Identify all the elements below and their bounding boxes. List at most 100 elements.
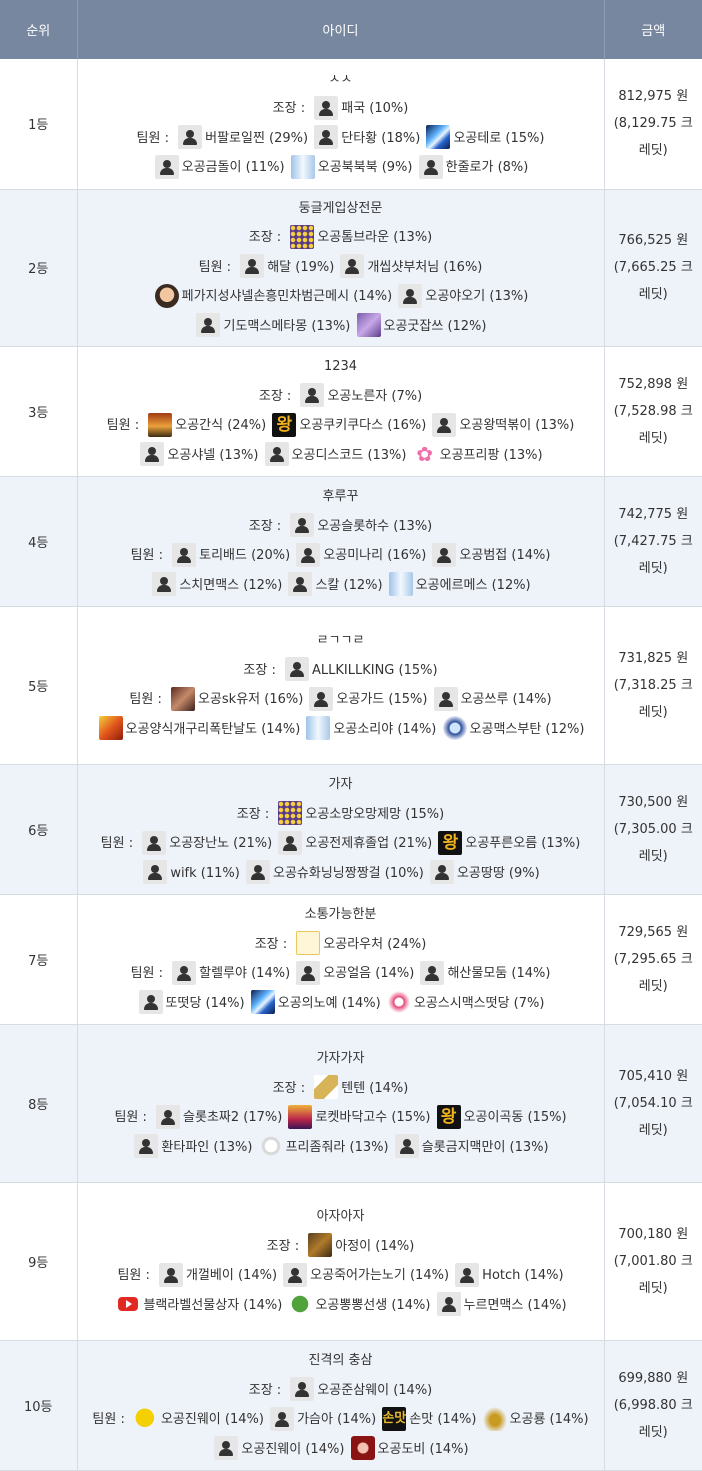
team-member[interactable]: 오공진웨이 (14%): [212, 1436, 344, 1460]
team-member[interactable]: 오공룡 (14%): [481, 1406, 589, 1431]
team-member[interactable]: 슬롯초짜2 (17%): [154, 1104, 282, 1129]
leader-label: 조장 :: [258, 388, 296, 404]
team-member[interactable]: 버팔로일찐 (29%): [176, 125, 308, 150]
team-member[interactable]: ✿ 오공프리팡 (13%): [411, 442, 542, 466]
team-member[interactable]: 가슴아 (14%): [268, 1406, 376, 1431]
team-member[interactable]: 페가지성샤넬손흥민차범근메시 (14%): [153, 283, 392, 308]
team-member[interactable]: 오공샤넬 (13%): [138, 442, 258, 466]
member-name: 오공북북북 (9%): [317, 160, 413, 176]
guild-name[interactable]: 1234: [86, 352, 596, 382]
user-avatar-icon: [290, 1377, 315, 1401]
team-member[interactable]: 오공소리야 (14%): [304, 716, 437, 740]
guild-name[interactable]: 후루꾸: [86, 482, 596, 512]
guild-cell: 후루꾸 조장 : 오공슬롯하수 (13%) 팀원 : 토리배드 (20%) 오공미나…: [77, 476, 605, 607]
team-member[interactable]: wifk (11%): [141, 860, 240, 884]
team-member[interactable]: 프리좀줘라 (13%): [257, 1134, 389, 1158]
leader-line: 조장 : 오공라우처 (24%): [86, 930, 596, 960]
leader-member[interactable]: 오공소망오망제망 (15%): [276, 801, 444, 825]
amount-won: 700,180 원: [618, 1226, 689, 1242]
member-name: 단타황 (18%): [341, 130, 421, 146]
team-member[interactable]: 기도맥스메타몽 (13%): [194, 313, 350, 338]
team-member[interactable]: 로켓바닥고수 (15%): [286, 1104, 430, 1129]
team-member[interactable]: 오공테로 (15%): [424, 125, 544, 150]
team-member[interactable]: 한줄로가 (8%): [417, 154, 528, 179]
user-avatar-icon: [429, 860, 454, 884]
team-member[interactable]: 스치면맥스 (12%): [150, 572, 282, 596]
leader-line: 조장 : 오공노른자 (7%): [86, 382, 596, 412]
rank-cell: 3등: [0, 346, 78, 477]
team-member[interactable]: 손맛 손맛 (14%): [380, 1406, 476, 1431]
team-member[interactable]: 오공장난노 (21%): [140, 830, 272, 855]
team-member[interactable]: 오공쓰루 (14%): [432, 686, 552, 711]
team-member[interactable]: 오공슈화닝닝짱짱걸 (10%): [244, 860, 424, 884]
leader-member[interactable]: 오공톰브라운 (13%): [288, 224, 432, 249]
leader-member[interactable]: 텐텐 (14%): [312, 1075, 408, 1099]
leader-member[interactable]: 오공슬롯하수 (13%): [288, 513, 432, 537]
rank-cell: 6등: [0, 764, 78, 895]
guild-name[interactable]: ㄹㄱㄱㄹ: [86, 626, 596, 656]
team-member[interactable]: 왕 오공이곡동 (15%): [435, 1104, 567, 1129]
team-member[interactable]: 또떳당 (14%): [137, 990, 245, 1014]
guild-name[interactable]: ㅅㅅ: [86, 65, 596, 95]
team-member[interactable]: 오공범접 (14%): [430, 542, 550, 567]
leader-member[interactable]: 아정이 (14%): [306, 1233, 414, 1257]
team-member[interactable]: 슬롯금지맥만이 (13%): [393, 1134, 549, 1158]
guild-name[interactable]: 진격의 충삼: [86, 1346, 596, 1376]
team-member[interactable]: 오공스시맥스떳당 (7%): [385, 990, 544, 1014]
leader-member[interactable]: 오공라우처 (24%): [294, 931, 426, 955]
guild-name[interactable]: 둥글게입상전문: [86, 194, 596, 224]
leader-member[interactable]: 오공노른자 (7%): [298, 383, 422, 407]
team-member[interactable]: Hotch (14%): [453, 1262, 564, 1287]
team-member[interactable]: 오공의노예 (14%): [249, 990, 381, 1014]
team-member[interactable]: 오공전제휴졸업 (21%): [276, 830, 432, 855]
member-name: 해산물모둠 (14%): [447, 966, 551, 981]
member-name: 오공쿠키쿠다스 (16%): [299, 418, 427, 433]
team-member[interactable]: 해산물모둠 (14%): [418, 960, 551, 985]
team-member[interactable]: 오공미나리 (16%): [294, 542, 426, 567]
team-member[interactable]: 토리배드 (20%): [170, 542, 290, 567]
team-member[interactable]: 오공가드 (15%): [307, 686, 427, 711]
team-member[interactable]: 환타파인 (13%): [132, 1134, 252, 1158]
team-member[interactable]: 오공진웨이 (14%): [132, 1406, 264, 1431]
amount-cell: 700,180 원 (7,001.80 크레딧): [604, 1182, 702, 1341]
team-member[interactable]: 오공땅땅 (9%): [428, 860, 540, 884]
team-member[interactable]: 오공죽어가는노기 (14%): [281, 1262, 449, 1287]
team-member[interactable]: 스칼 (12%): [286, 572, 383, 596]
team-member[interactable]: 할렐루야 (14%): [170, 960, 290, 985]
team-member[interactable]: 왕 오공쿠키쿠다스 (16%): [270, 412, 427, 437]
leader-member[interactable]: 패국 (10%): [312, 95, 408, 120]
team-member[interactable]: 해달 (19%): [238, 254, 334, 279]
table-header: 순위 아이디 금액: [0, 0, 702, 59]
team-member[interactable]: 블랙라벨선물상자 (14%): [114, 1297, 282, 1313]
team-member[interactable]: 오공도비 (14%): [349, 1436, 469, 1460]
team-member[interactable]: 누르면맥스 (14%): [435, 1292, 567, 1316]
guild-name[interactable]: 가자가자: [86, 1044, 596, 1074]
guild-name[interactable]: 소통가능한분: [86, 900, 596, 930]
team-member[interactable]: 오공맥스부탄 (12%): [441, 716, 584, 740]
team-member[interactable]: 왕 오공푸른오름 (13%): [436, 830, 580, 855]
guild-name[interactable]: 가자: [86, 770, 596, 800]
member-name: 오공소리야 (14%): [333, 721, 437, 737]
team-member[interactable]: 오공굿잡쓰 (12%): [355, 313, 487, 338]
team-member[interactable]: 단타황 (18%): [312, 125, 421, 150]
team-member[interactable]: 오공sk유저 (16%): [169, 686, 303, 711]
leader-line: 조장 : 오공톰브라운 (13%): [86, 223, 596, 253]
team-member[interactable]: 오공야오기 (13%): [396, 283, 528, 308]
team-member[interactable]: 오공디스코드 (13%): [263, 442, 406, 466]
team-member[interactable]: 오공금돌이 (11%): [153, 154, 285, 179]
team-member[interactable]: 오공양식개구리폭탄날도 (14%): [97, 716, 300, 740]
members-label: 팀원 :: [106, 418, 144, 433]
team-member[interactable]: 오공얼음 (14%): [294, 960, 414, 985]
team-member[interactable]: 오공뽕뽕선생 (14%): [286, 1292, 430, 1316]
team-member[interactable]: 오공에르메스 (12%): [387, 572, 531, 596]
team-member[interactable]: 오공간식 (24%): [146, 412, 266, 437]
team-member[interactable]: 오공북북북 (9%): [289, 154, 413, 179]
team-member[interactable]: 개씹샷부처님 (16%): [338, 254, 482, 279]
leader-member[interactable]: ALLKILLKING (15%): [283, 657, 438, 681]
leader-line: 조장 : 텐텐 (14%): [86, 1074, 596, 1104]
leader-member[interactable]: 오공준삼웨이 (14%): [288, 1377, 432, 1401]
team-member[interactable]: 개껄베이 (14%): [157, 1262, 277, 1287]
guild-name[interactable]: 아자아자: [86, 1202, 596, 1232]
team-member[interactable]: 오공왕떡볶이 (13%): [430, 412, 574, 437]
member-name: 오공굿잡쓰 (12%): [383, 318, 487, 334]
